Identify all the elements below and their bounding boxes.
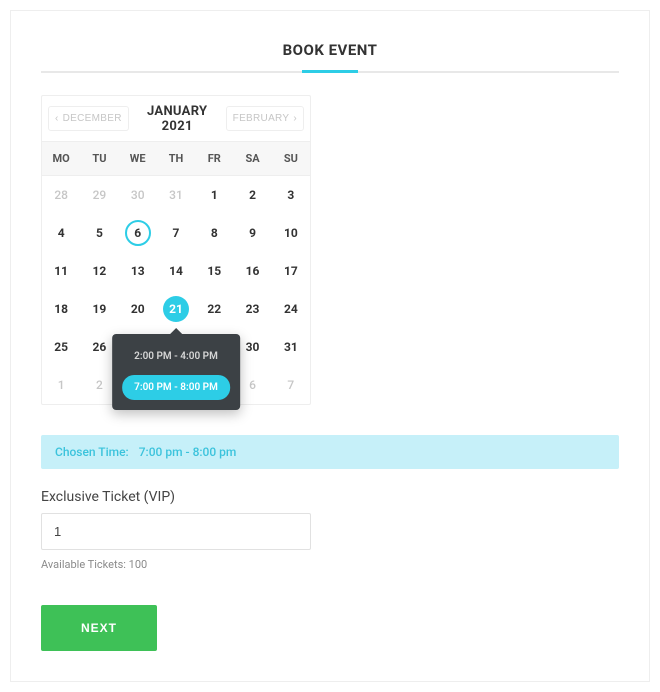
- current-month-label: JANUARY 2021: [133, 104, 222, 134]
- calendar-day[interactable]: 2: [233, 176, 271, 214]
- calendar-day[interactable]: 16: [233, 252, 271, 290]
- next-button[interactable]: NEXT: [41, 605, 157, 651]
- calendar-day: 31: [157, 176, 195, 214]
- next-month-label: FEBRUARY: [233, 113, 290, 124]
- weekday-header: WE: [119, 142, 157, 176]
- weekday-header: TU: [80, 142, 118, 176]
- calendar-day[interactable]: 212:00 PM - 4:00 PM7:00 PM - 8:00 PM: [157, 290, 195, 328]
- chevron-left-icon: ‹: [55, 113, 59, 124]
- calendar-day[interactable]: 3: [272, 176, 310, 214]
- available-tickets: Available Tickets: 100: [41, 558, 619, 571]
- calendar-day[interactable]: 9: [233, 214, 271, 252]
- available-tickets-label: Available Tickets:: [41, 558, 126, 571]
- calendar-day[interactable]: 1: [195, 176, 233, 214]
- calendar-day[interactable]: 23: [233, 290, 271, 328]
- calendar-day[interactable]: 11: [42, 252, 80, 290]
- calendar-day: 29: [80, 176, 118, 214]
- weekday-header: MO: [42, 142, 80, 176]
- ticket-quantity-input[interactable]: [41, 513, 311, 550]
- calendar-day[interactable]: 8: [195, 214, 233, 252]
- chevron-right-icon: ›: [293, 113, 297, 124]
- booking-panel: BOOK EVENT ‹ DECEMBER JANUARY 2021 FEBRU…: [10, 10, 650, 682]
- prev-month-label: DECEMBER: [63, 113, 122, 124]
- calendar-day[interactable]: 15: [195, 252, 233, 290]
- weekday-header: SU: [272, 142, 310, 176]
- weekday-header: FR: [195, 142, 233, 176]
- calendar-day[interactable]: 24: [272, 290, 310, 328]
- calendar: ‹ DECEMBER JANUARY 2021 FEBRUARY › MOTUW…: [41, 95, 311, 405]
- calendar-grid: MOTUWETHFRSASU28293031123456789101112131…: [42, 142, 310, 404]
- calendar-day[interactable]: 10: [272, 214, 310, 252]
- calendar-day[interactable]: 14: [157, 252, 195, 290]
- chosen-time-label: Chosen Time:: [55, 445, 129, 459]
- calendar-day: 30: [119, 176, 157, 214]
- page-title: BOOK EVENT: [41, 41, 619, 71]
- chosen-time-value: 7:00 pm - 8:00 pm: [139, 445, 237, 459]
- calendar-day[interactable]: 6: [119, 214, 157, 252]
- calendar-day[interactable]: 13: [119, 252, 157, 290]
- calendar-day[interactable]: 12: [80, 252, 118, 290]
- calendar-day[interactable]: 4: [42, 214, 80, 252]
- calendar-day[interactable]: 7: [157, 214, 195, 252]
- calendar-day[interactable]: 5: [80, 214, 118, 252]
- calendar-day: 1: [42, 366, 80, 404]
- title-divider: [41, 71, 619, 73]
- calendar-day[interactable]: 20: [119, 290, 157, 328]
- prev-month-button[interactable]: ‹ DECEMBER: [48, 106, 129, 131]
- calendar-day[interactable]: 22: [195, 290, 233, 328]
- chosen-time-banner: Chosen Time: 7:00 pm - 8:00 pm: [41, 435, 619, 469]
- calendar-day: 28: [42, 176, 80, 214]
- weekday-header: TH: [157, 142, 195, 176]
- time-slot[interactable]: 2:00 PM - 4:00 PM: [122, 344, 230, 369]
- calendar-day[interactable]: 25: [42, 328, 80, 366]
- available-tickets-count: 100: [129, 558, 148, 571]
- ticket-label: Exclusive Ticket (VIP): [41, 489, 619, 505]
- weekday-header: SA: [233, 142, 271, 176]
- calendar-day[interactable]: 17: [272, 252, 310, 290]
- calendar-nav: ‹ DECEMBER JANUARY 2021 FEBRUARY ›: [42, 96, 310, 142]
- time-slot-tooltip: 2:00 PM - 4:00 PM 7:00 PM - 8:00 PM: [112, 334, 240, 410]
- time-slot[interactable]: 7:00 PM - 8:00 PM: [122, 375, 230, 400]
- calendar-day[interactable]: 31: [272, 328, 310, 366]
- calendar-day: 7: [272, 366, 310, 404]
- calendar-day[interactable]: 19: [80, 290, 118, 328]
- calendar-day[interactable]: 18: [42, 290, 80, 328]
- next-month-button[interactable]: FEBRUARY ›: [226, 106, 304, 131]
